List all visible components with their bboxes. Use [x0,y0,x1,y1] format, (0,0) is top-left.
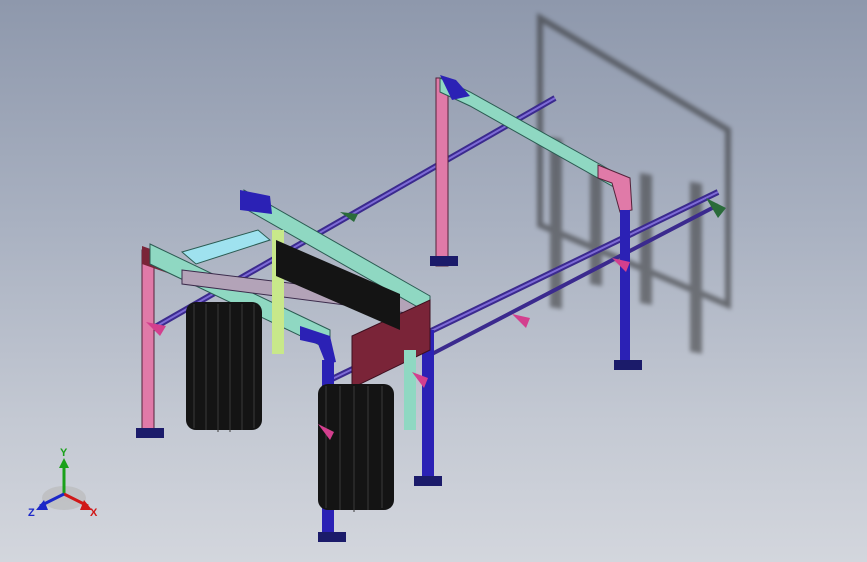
z-axis-label: Z [28,507,35,519]
background-gantry-ghost [537,12,731,354]
orientation-triad[interactable]: Y X Z [26,446,106,526]
brush-left-front [186,302,262,432]
brush-right-front [318,384,394,512]
y-axis-label: Y [60,447,68,459]
x-axis-label: X [90,507,98,519]
car-wash-gantry-model[interactable] [0,0,867,562]
cad-3d-viewport[interactable]: Y X Z [0,0,867,562]
y-axis-arrow [59,458,69,468]
rear-portal-frame [430,75,642,370]
